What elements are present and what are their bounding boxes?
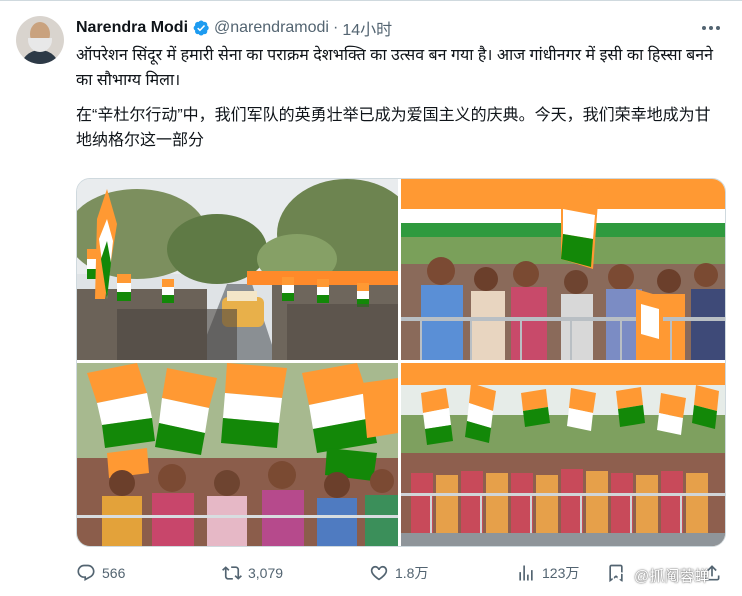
reply-icon [77, 564, 95, 581]
photo-women-waving-flags[interactable] [77, 363, 398, 546]
post-text-hindi: ऑपरेशन सिंदूर में हमारी सेना का पराक्रम … [76, 47, 714, 89]
photo-crowd-flags[interactable] [401, 179, 725, 360]
top-divider [0, 0, 742, 1]
post-header: Narendra Modi @narendramodi · 14小时 [76, 17, 392, 39]
watermark: @抓阄蓉蝉 [612, 565, 709, 586]
author-name[interactable]: Narendra Modi [76, 19, 188, 37]
separator-dot: · [332, 19, 339, 36]
views-button[interactable]: 123万 [516, 562, 579, 584]
post-text-chinese: 在“辛杜尔行动”中，我们军队的英勇壮举已成为爱国主义的庆典。今天，我们荣幸地成为… [76, 107, 711, 149]
retweet-icon [222, 566, 242, 580]
watermark-text: @抓阄蓉蝉 [634, 568, 710, 585]
like-button[interactable]: 1.8万 [369, 562, 428, 584]
avatar[interactable] [16, 16, 64, 64]
like-count: 1.8万 [395, 565, 429, 581]
photo-procession[interactable] [77, 179, 398, 360]
more-icon[interactable] [700, 18, 722, 38]
retweet-count: 3,079 [248, 565, 284, 581]
post-time[interactable]: 14小时 [342, 16, 392, 40]
like-icon [370, 565, 388, 581]
retweet-button[interactable]: 3,079 [222, 562, 283, 584]
reply-count: 566 [102, 565, 126, 581]
author-handle[interactable]: @narendramodi [214, 19, 329, 37]
verified-badge-icon [193, 20, 209, 36]
photo-crowd-barricade[interactable] [401, 363, 725, 546]
views-count: 123万 [542, 565, 580, 581]
weibo-logo-icon [612, 569, 630, 583]
views-icon [519, 565, 533, 581]
reply-button[interactable]: 566 [76, 562, 125, 584]
media-grid [76, 178, 726, 547]
